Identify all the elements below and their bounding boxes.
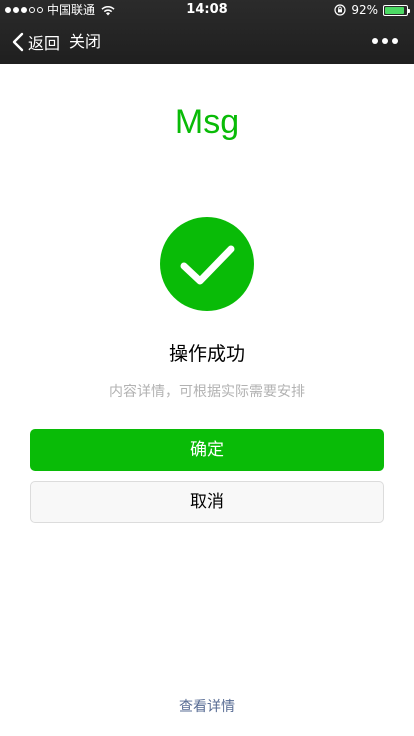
success-check-icon xyxy=(160,217,254,311)
view-details-link[interactable]: 查看详情 xyxy=(0,696,414,716)
close-label: 关闭 xyxy=(69,32,102,51)
page-title: Msg xyxy=(174,103,240,141)
close-button[interactable]: 关闭 xyxy=(69,29,101,55)
more-dot xyxy=(372,38,378,44)
more-dot xyxy=(392,38,398,44)
nav-bar: 返回 关闭 xyxy=(0,20,414,64)
result-description: 内容详情，可根据实际需要安排 xyxy=(109,384,305,400)
chevron-left-icon xyxy=(12,32,24,52)
more-dots-icon[interactable] xyxy=(372,38,398,44)
orientation-lock-icon xyxy=(334,4,346,16)
status-right: 92% xyxy=(334,0,410,20)
more-dot xyxy=(382,38,388,44)
back-button[interactable]: 返回 xyxy=(12,29,60,55)
top-bar: 中国联通 14:08 92% 返回 关闭 xyxy=(0,0,414,64)
battery-percent: 92% xyxy=(351,3,378,17)
back-label: 返回 xyxy=(28,34,61,53)
battery-icon xyxy=(383,4,410,16)
battery-fill xyxy=(385,6,405,14)
result-title: 操作成功 xyxy=(168,343,245,365)
confirm-button[interactable]: 确定 xyxy=(30,429,384,471)
status-bar: 中国联通 14:08 92% xyxy=(0,0,414,20)
screen: 中国联通 14:08 92% 返回 关闭 Msg 操作成功 内容详情，可根据实际… xyxy=(0,0,414,736)
cancel-button[interactable]: 取消 xyxy=(30,481,384,523)
